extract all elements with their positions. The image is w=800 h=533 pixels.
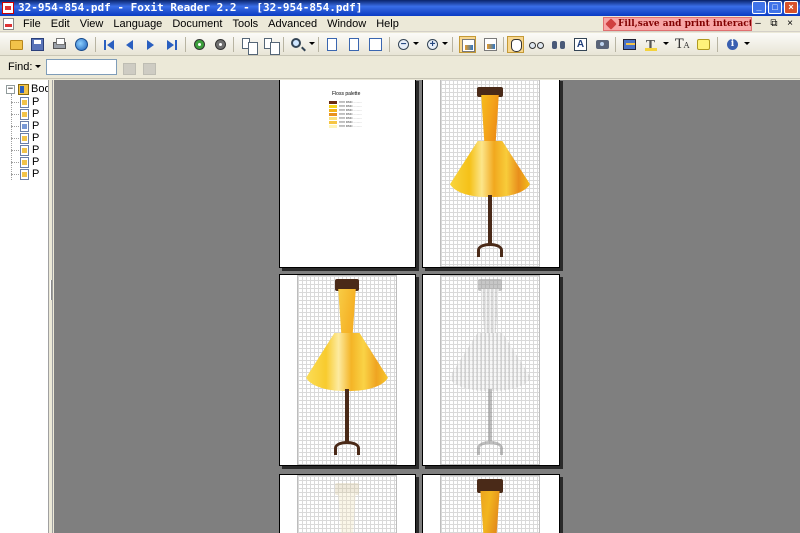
hand-tool-icon[interactable] [507, 36, 524, 53]
zoom-in-icon[interactable]: + [424, 36, 441, 53]
edit-form-icon[interactable] [621, 36, 638, 53]
panel-splitter[interactable] [49, 80, 53, 533]
bookmark-icon [20, 168, 29, 180]
bookmark-icon [20, 132, 29, 144]
page-pattern-color-2 [279, 274, 416, 466]
foxit-reader-window: 32-954-854.pdf - Foxit Reader 2.2 - [32-… [0, 0, 800, 533]
doc-close-button[interactable]: × [784, 18, 796, 30]
select-text-icon[interactable]: A [572, 36, 589, 53]
go-forward-icon[interactable] [212, 36, 229, 53]
find-options-button[interactable] [33, 61, 43, 73]
first-page-icon[interactable] [101, 36, 118, 53]
zoom-tool-dropdown-icon[interactable] [309, 42, 315, 45]
email-icon[interactable] [73, 36, 90, 53]
find-input[interactable] [46, 59, 117, 75]
bookmark-icon [20, 144, 29, 156]
title-bar[interactable]: 32-954-854.pdf - Foxit Reader 2.2 - [32-… [0, 0, 800, 16]
go-back-icon[interactable] [191, 36, 208, 53]
bookmark-icon [20, 156, 29, 168]
bookmark-item[interactable]: P [10, 132, 39, 144]
typewriter-icon[interactable]: TA [673, 36, 690, 53]
bookmark-item[interactable]: P [10, 156, 39, 168]
find-previous-icon[interactable] [121, 60, 137, 76]
menu-view[interactable]: View [75, 16, 109, 32]
pen-icon [605, 18, 617, 30]
menu-file[interactable]: File [18, 16, 46, 32]
snapshot-icon[interactable] [594, 36, 611, 53]
dress-pattern-image [297, 475, 397, 533]
print-icon[interactable] [51, 36, 68, 53]
bookmark-panel-icon[interactable] [459, 36, 476, 53]
fit-width-icon[interactable] [367, 36, 384, 53]
open-icon[interactable] [8, 36, 25, 53]
bookmark-item[interactable]: P [10, 120, 39, 132]
menu-tools[interactable]: Tools [227, 16, 263, 32]
fit-page-icon[interactable] [345, 36, 362, 53]
menu-advanced[interactable]: Advanced [263, 16, 322, 32]
zoom-out-icon[interactable]: − [395, 36, 412, 53]
doc-minimize-button[interactable]: – [752, 18, 764, 30]
doc-restore-button[interactable]: ⧉ [768, 18, 780, 30]
bookmark-icon [20, 120, 29, 132]
bookmark-item[interactable]: P [10, 108, 39, 120]
highlight-dropdown-icon[interactable] [663, 42, 669, 45]
dress-pattern-image [297, 275, 397, 465]
find-icon[interactable] [550, 36, 567, 53]
book-icon [18, 83, 29, 95]
menu-document[interactable]: Document [167, 16, 227, 32]
menu-help[interactable]: Help [371, 16, 404, 32]
zoom-tool-icon[interactable] [289, 36, 306, 53]
page-pattern-color [422, 80, 560, 268]
chevron-down-icon [35, 65, 41, 68]
window-title: 32-954-854.pdf - Foxit Reader 2.2 - [32-… [18, 1, 363, 14]
palette-title: Floss palette [332, 91, 361, 97]
app-icon[interactable] [2, 2, 14, 14]
next-page-icon[interactable] [143, 36, 160, 53]
bookmark-root-label: Bool [31, 83, 48, 95]
actual-size-icon[interactable] [323, 36, 340, 53]
previous-page-icon[interactable] [122, 36, 139, 53]
collapse-icon[interactable]: − [6, 84, 15, 94]
find-label: Find: [8, 61, 33, 73]
page-pattern-symbols [422, 274, 560, 466]
bookmark-item[interactable]: P [10, 168, 39, 180]
bookmark-icon [20, 108, 29, 120]
menu-edit[interactable]: Edit [46, 16, 75, 32]
last-page-icon[interactable] [164, 36, 181, 53]
info-dropdown-icon[interactable] [744, 42, 750, 45]
bookmark-item[interactable]: P [10, 144, 39, 156]
dress-symbol-chart [440, 275, 540, 465]
minimize-button[interactable]: _ [752, 1, 766, 14]
palette-row: XXX DMC .......... [329, 125, 362, 128]
bookmarks-panel: − Bool P P P P P P P [0, 80, 49, 533]
page-pattern-color-3 [422, 474, 560, 533]
dress-pattern-image [440, 80, 540, 267]
find-toolbar: Find: [0, 57, 800, 79]
find-next-icon[interactable] [141, 60, 157, 76]
menu-language[interactable]: Language [108, 16, 167, 32]
dress-pattern-image [440, 475, 540, 533]
zoom-in-dropdown-icon[interactable] [442, 42, 448, 45]
highlight-icon[interactable] [643, 36, 660, 53]
zoom-out-dropdown-icon[interactable] [413, 42, 419, 45]
page-thumbs-icon[interactable] [482, 36, 499, 53]
bookmark-item[interactable]: P [10, 96, 39, 108]
document-icon[interactable] [3, 18, 14, 30]
menu-window[interactable]: Window [322, 16, 371, 32]
loupe-icon[interactable] [528, 36, 545, 53]
promo-banner[interactable]: Fill,save and print interactive forms! [603, 17, 752, 31]
note-icon[interactable] [695, 36, 712, 53]
page-floss-palette: Floss palette XXX DMC .......... XXX DMC… [279, 80, 416, 268]
rotate-left-icon[interactable] [239, 36, 258, 55]
save-icon[interactable] [29, 36, 46, 53]
document-view[interactable]: Floss palette XXX DMC .......... XXX DMC… [54, 80, 800, 533]
maximize-button[interactable]: □ [768, 1, 782, 14]
page-pattern-faint [279, 474, 416, 533]
rotate-right-icon[interactable] [261, 36, 280, 55]
info-icon[interactable]: i [724, 36, 741, 53]
promo-text: Fill,save and print interactive forms! [618, 19, 752, 29]
close-button[interactable]: × [784, 1, 798, 14]
main-toolbar: − + A TA i [0, 33, 800, 56]
bookmark-icon [20, 96, 29, 108]
